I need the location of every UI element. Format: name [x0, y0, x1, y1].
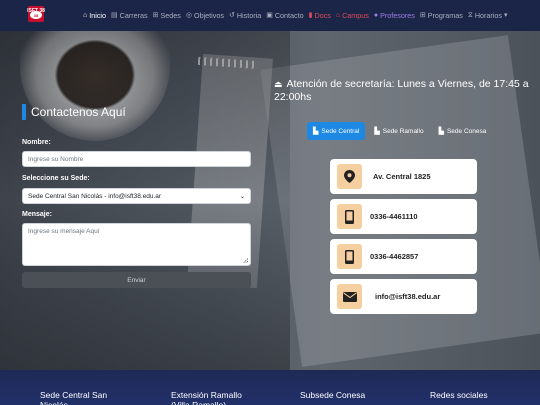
hourglass-icon: ⧖	[467, 12, 473, 19]
message-textarea[interactable]: Ingrese su mensaje Aquí	[22, 223, 251, 266]
phone-text-1: 0336-4461110	[370, 212, 418, 221]
navbar: ISFT 38 38 ⌂ Inicio ▤ Carreras ⊞ Sedes ◎…	[0, 0, 540, 31]
nav-item-programas[interactable]: ⊞ Programas	[420, 11, 463, 20]
phone-card-1: 0336-4461110	[330, 199, 477, 234]
nav-label: Horarios	[474, 11, 502, 20]
nav-item-campus[interactable]: ⌂ Campus	[336, 11, 369, 20]
book-icon: ▤	[111, 12, 118, 19]
nav-item-profesores[interactable]: ● Profesores	[374, 11, 415, 20]
sede-label: Seleccione su Sede:	[22, 175, 90, 182]
contact-title: Contactenos Aquí	[22, 104, 126, 120]
office-hours: ⏏ Atención de secretaría: Lunes a Viernes…	[274, 78, 532, 104]
message-label: Mensaje:	[22, 211, 52, 218]
building-icon: ▙	[313, 128, 319, 135]
tab-label: Sede Ramallo	[382, 127, 424, 135]
send-button[interactable]: Enviar	[22, 272, 251, 288]
caret-down-icon: ▾	[503, 12, 508, 19]
history-icon: ↺	[228, 12, 235, 19]
nav-item-inicio[interactable]: ⌂ Inicio	[83, 11, 106, 20]
id-card-icon: ▣	[266, 12, 273, 19]
phone-text-2: 0336-4462857	[370, 252, 419, 261]
name-input[interactable]: Ingrese su Nombre	[22, 151, 251, 167]
eject-icon: ⏏	[274, 79, 283, 89]
nav-label: Programas	[427, 11, 463, 20]
footer: Sede Central San Nicolás Extensión Ramal…	[0, 370, 540, 405]
nav-item-docs[interactable]: ▮ Docs	[309, 11, 331, 20]
nav-label: Profesores	[380, 11, 415, 20]
nav-item-carreras[interactable]: ▤ Carreras	[111, 11, 148, 20]
tab-sede-central[interactable]: ▙ Sede Central	[307, 122, 366, 140]
nav-item-horarios[interactable]: ⧖ Horarios ▾	[468, 11, 508, 20]
name-label: Nombre:	[22, 139, 51, 146]
phone-card-2: 0336-4462857	[330, 239, 477, 274]
nav-label: Docs	[314, 11, 331, 20]
building-icon: ▙	[438, 128, 444, 135]
nav-item-historia[interactable]: ↺ Historia	[229, 11, 261, 20]
institute-logo[interactable]: ISFT 38 38	[26, 4, 46, 24]
sede-selected-value: Sede Central San Nicolás - info@isft38.e…	[28, 192, 162, 200]
tab-label: Sede Central	[321, 127, 360, 135]
university-icon: ⌂	[335, 12, 341, 19]
message-placeholder: Ingrese su mensaje Aquí	[28, 228, 100, 235]
footer-col-ramallo: Extensión Ramallo (Villa Ramallo)	[171, 390, 242, 405]
email-card: info@isft38.edu.ar	[330, 279, 477, 314]
footer-col-conesa: Subsede Conesa	[300, 390, 366, 400]
nav-label: Inicio	[89, 11, 107, 20]
name-placeholder: Ingrese su Nombre	[28, 155, 84, 163]
office-hours-text: Atención de secretaría: Lunes a Viernes,…	[274, 78, 529, 103]
nav-label: Carreras	[119, 11, 148, 20]
email-text: info@isft38.edu.ar	[375, 292, 441, 301]
map-marker-icon	[337, 164, 362, 189]
chevron-down-icon: ⌄	[239, 193, 245, 200]
envelope-icon	[337, 284, 362, 309]
tab-sede-conesa[interactable]: ▙ Sede Conesa	[433, 122, 493, 140]
users-icon: ●	[373, 12, 379, 19]
sede-select[interactable]: Sede Central San Nicolás - info@isft38.e…	[22, 188, 251, 204]
nav-label: Objetivos	[193, 11, 224, 20]
file-icon: ▮	[308, 12, 313, 19]
nav-item-contacto[interactable]: ▣ Contacto	[266, 11, 303, 20]
target-icon: ◎	[185, 12, 192, 19]
footer-col-redes: Redes sociales	[430, 390, 488, 400]
sitemap-icon: ⊞	[152, 12, 159, 19]
sede-tabs: ▙ Sede Central ▙ Sede Ramallo ▙ Sede Con…	[307, 122, 492, 140]
building-icon: ▙	[374, 128, 380, 135]
mobile-phone-icon	[337, 244, 362, 269]
tab-sede-ramallo[interactable]: ▙ Sede Ramallo	[368, 122, 429, 140]
resize-handle-icon[interactable]	[243, 258, 248, 263]
nav-menu: ⌂ Inicio ▤ Carreras ⊞ Sedes ◎ Objetivos …	[83, 0, 508, 31]
tab-label: Sede Conesa	[446, 127, 487, 135]
footer-col-sede-central: Sede Central San Nicolás	[40, 390, 108, 405]
nav-label: Sedes	[160, 11, 181, 20]
nav-label: Contacto	[274, 11, 304, 20]
mobile-phone-icon	[337, 204, 362, 229]
address-card: Av. Central 1825	[330, 159, 477, 194]
list-icon: ⊞	[419, 12, 426, 19]
svg-text:38: 38	[34, 13, 39, 18]
nav-item-sedes[interactable]: ⊞ Sedes	[153, 11, 181, 20]
home-icon: ⌂	[83, 12, 88, 19]
nav-item-objetivos[interactable]: ◎ Objetivos	[186, 11, 224, 20]
address-text: Av. Central 1825	[373, 172, 431, 181]
nav-label: Campus	[342, 11, 369, 20]
nav-label: Historia	[236, 11, 262, 20]
